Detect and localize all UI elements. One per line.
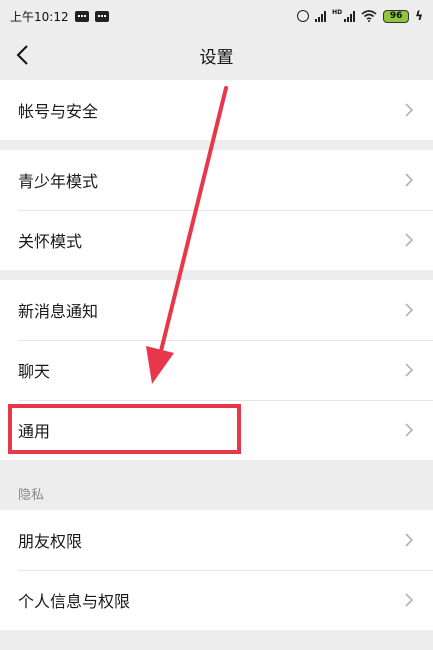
section-label-privacy: 隐私 — [18, 488, 45, 503]
wifi-icon — [361, 10, 377, 22]
settings-group-general: 新消息通知 聊天 通用 — [0, 280, 433, 460]
settings-item-label: 个人信息与权限 — [18, 592, 131, 611]
message-notification-icon-2 — [94, 10, 109, 22]
chevron-right-icon — [405, 103, 413, 117]
chevron-right-icon — [405, 233, 413, 247]
settings-item-general[interactable]: 通用 — [0, 400, 433, 460]
settings-item-account-security[interactable]: 帐号与安全 — [0, 80, 433, 140]
status-time: 上午10:12 — [10, 9, 69, 24]
signal-icon-2 — [344, 10, 356, 22]
settings-item-teen-mode[interactable]: 青少年模式 — [0, 150, 433, 210]
settings-item-care-mode[interactable]: 关怀模式 — [0, 210, 433, 270]
chevron-right-icon — [405, 423, 413, 437]
settings-item-chat[interactable]: 聊天 — [0, 340, 433, 400]
charging-icon: ϟ — [415, 9, 423, 23]
settings-item-label: 新消息通知 — [18, 302, 99, 321]
settings-item-friend-permissions[interactable]: 朋友权限 — [0, 510, 433, 570]
chevron-right-icon — [405, 303, 413, 317]
signal-icon — [315, 10, 327, 22]
page-title: 设置 — [199, 47, 234, 68]
message-notification-icon — [74, 10, 89, 22]
back-arrow-icon[interactable] — [14, 44, 32, 66]
settings-item-label: 聊天 — [18, 362, 51, 381]
settings-group-account: 帐号与安全 — [0, 80, 433, 140]
alarm-icon — [297, 10, 310, 22]
settings-group-privacy: 朋友权限 个人信息与权限 — [0, 510, 433, 630]
settings-item-new-message-notification[interactable]: 新消息通知 — [0, 280, 433, 340]
battery-indicator: 96 — [383, 9, 410, 23]
chevron-right-icon — [405, 533, 413, 547]
settings-group-modes: 青少年模式 关怀模式 — [0, 150, 433, 270]
settings-item-label: 帐号与安全 — [18, 102, 99, 121]
status-bar: 上午10:12 HD 96 ϟ — [0, 0, 433, 32]
settings-item-label: 青少年模式 — [18, 172, 99, 191]
settings-item-label: 关怀模式 — [18, 232, 83, 251]
settings-item-label: 朋友权限 — [18, 532, 83, 551]
settings-item-personal-info-permissions[interactable]: 个人信息与权限 — [0, 570, 433, 630]
status-left: 上午10:12 — [10, 8, 109, 25]
chevron-right-icon — [405, 593, 413, 607]
chevron-right-icon — [405, 173, 413, 187]
status-right: HD 96 ϟ — [297, 9, 423, 23]
nav-bar: 设置 — [0, 32, 433, 78]
settings-item-label: 通用 — [18, 422, 51, 441]
chevron-right-icon — [405, 363, 413, 377]
hd-badge: HD — [332, 8, 343, 16]
